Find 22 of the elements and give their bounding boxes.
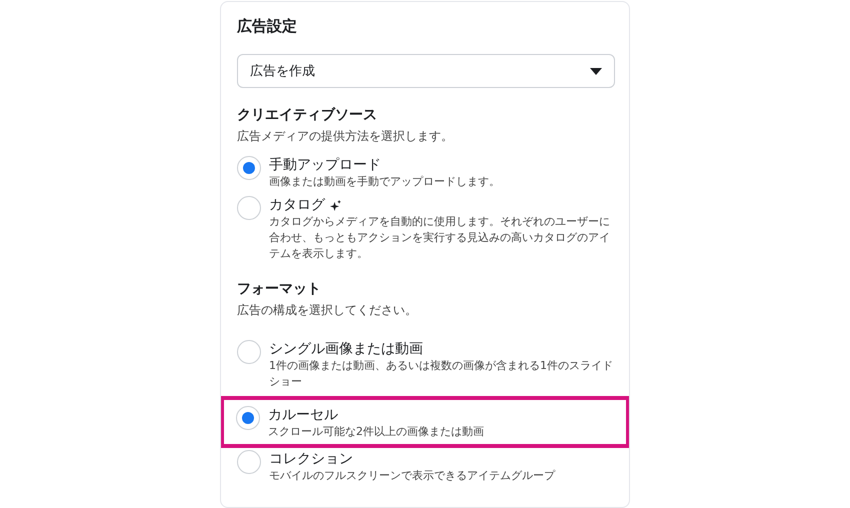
option-label: 手動アップロード (269, 156, 381, 174)
radio-button[interactable] (236, 406, 260, 430)
option-label: カルーセル (268, 406, 338, 424)
option-description: 1件の画像または動画、あるいは複数の画像が含まれる1件のスライドショー (269, 358, 613, 390)
caret-icon (590, 68, 602, 74)
radio-button[interactable] (237, 340, 261, 364)
section-heading: フォーマット (237, 280, 322, 298)
option-description: カタログからメディアを自動的に使用します。それぞれのユーザーに合わせ、もっともアクションを実行する見込みの高いカタログのアイテムを表示します。 (269, 214, 611, 262)
option-label: シングル画像または動画 (269, 340, 423, 358)
option-description: モバイルのフルスクリーンで表示できるアイテムグループ (269, 468, 556, 484)
section-heading: クリエイティブソース (237, 106, 378, 124)
section-description: 広告の構成を選択してください。 (237, 302, 418, 318)
option-description: 画像または動画を手動でアップロードします。 (269, 174, 501, 190)
section-description: 広告メディアの提供方法を選択します。 (237, 128, 454, 144)
dropdown-field[interactable]: 広告を作成 (237, 54, 615, 88)
radio-button[interactable] (237, 156, 261, 180)
option-label: カタログ (269, 196, 325, 214)
radio-button[interactable] (237, 196, 261, 220)
option-label: コレクション (269, 450, 353, 468)
radio-button[interactable] (237, 450, 261, 474)
panel-title: 広告設定 (237, 16, 298, 36)
option-description: スクロール可能な2件以上の画像または動画 (268, 424, 485, 440)
